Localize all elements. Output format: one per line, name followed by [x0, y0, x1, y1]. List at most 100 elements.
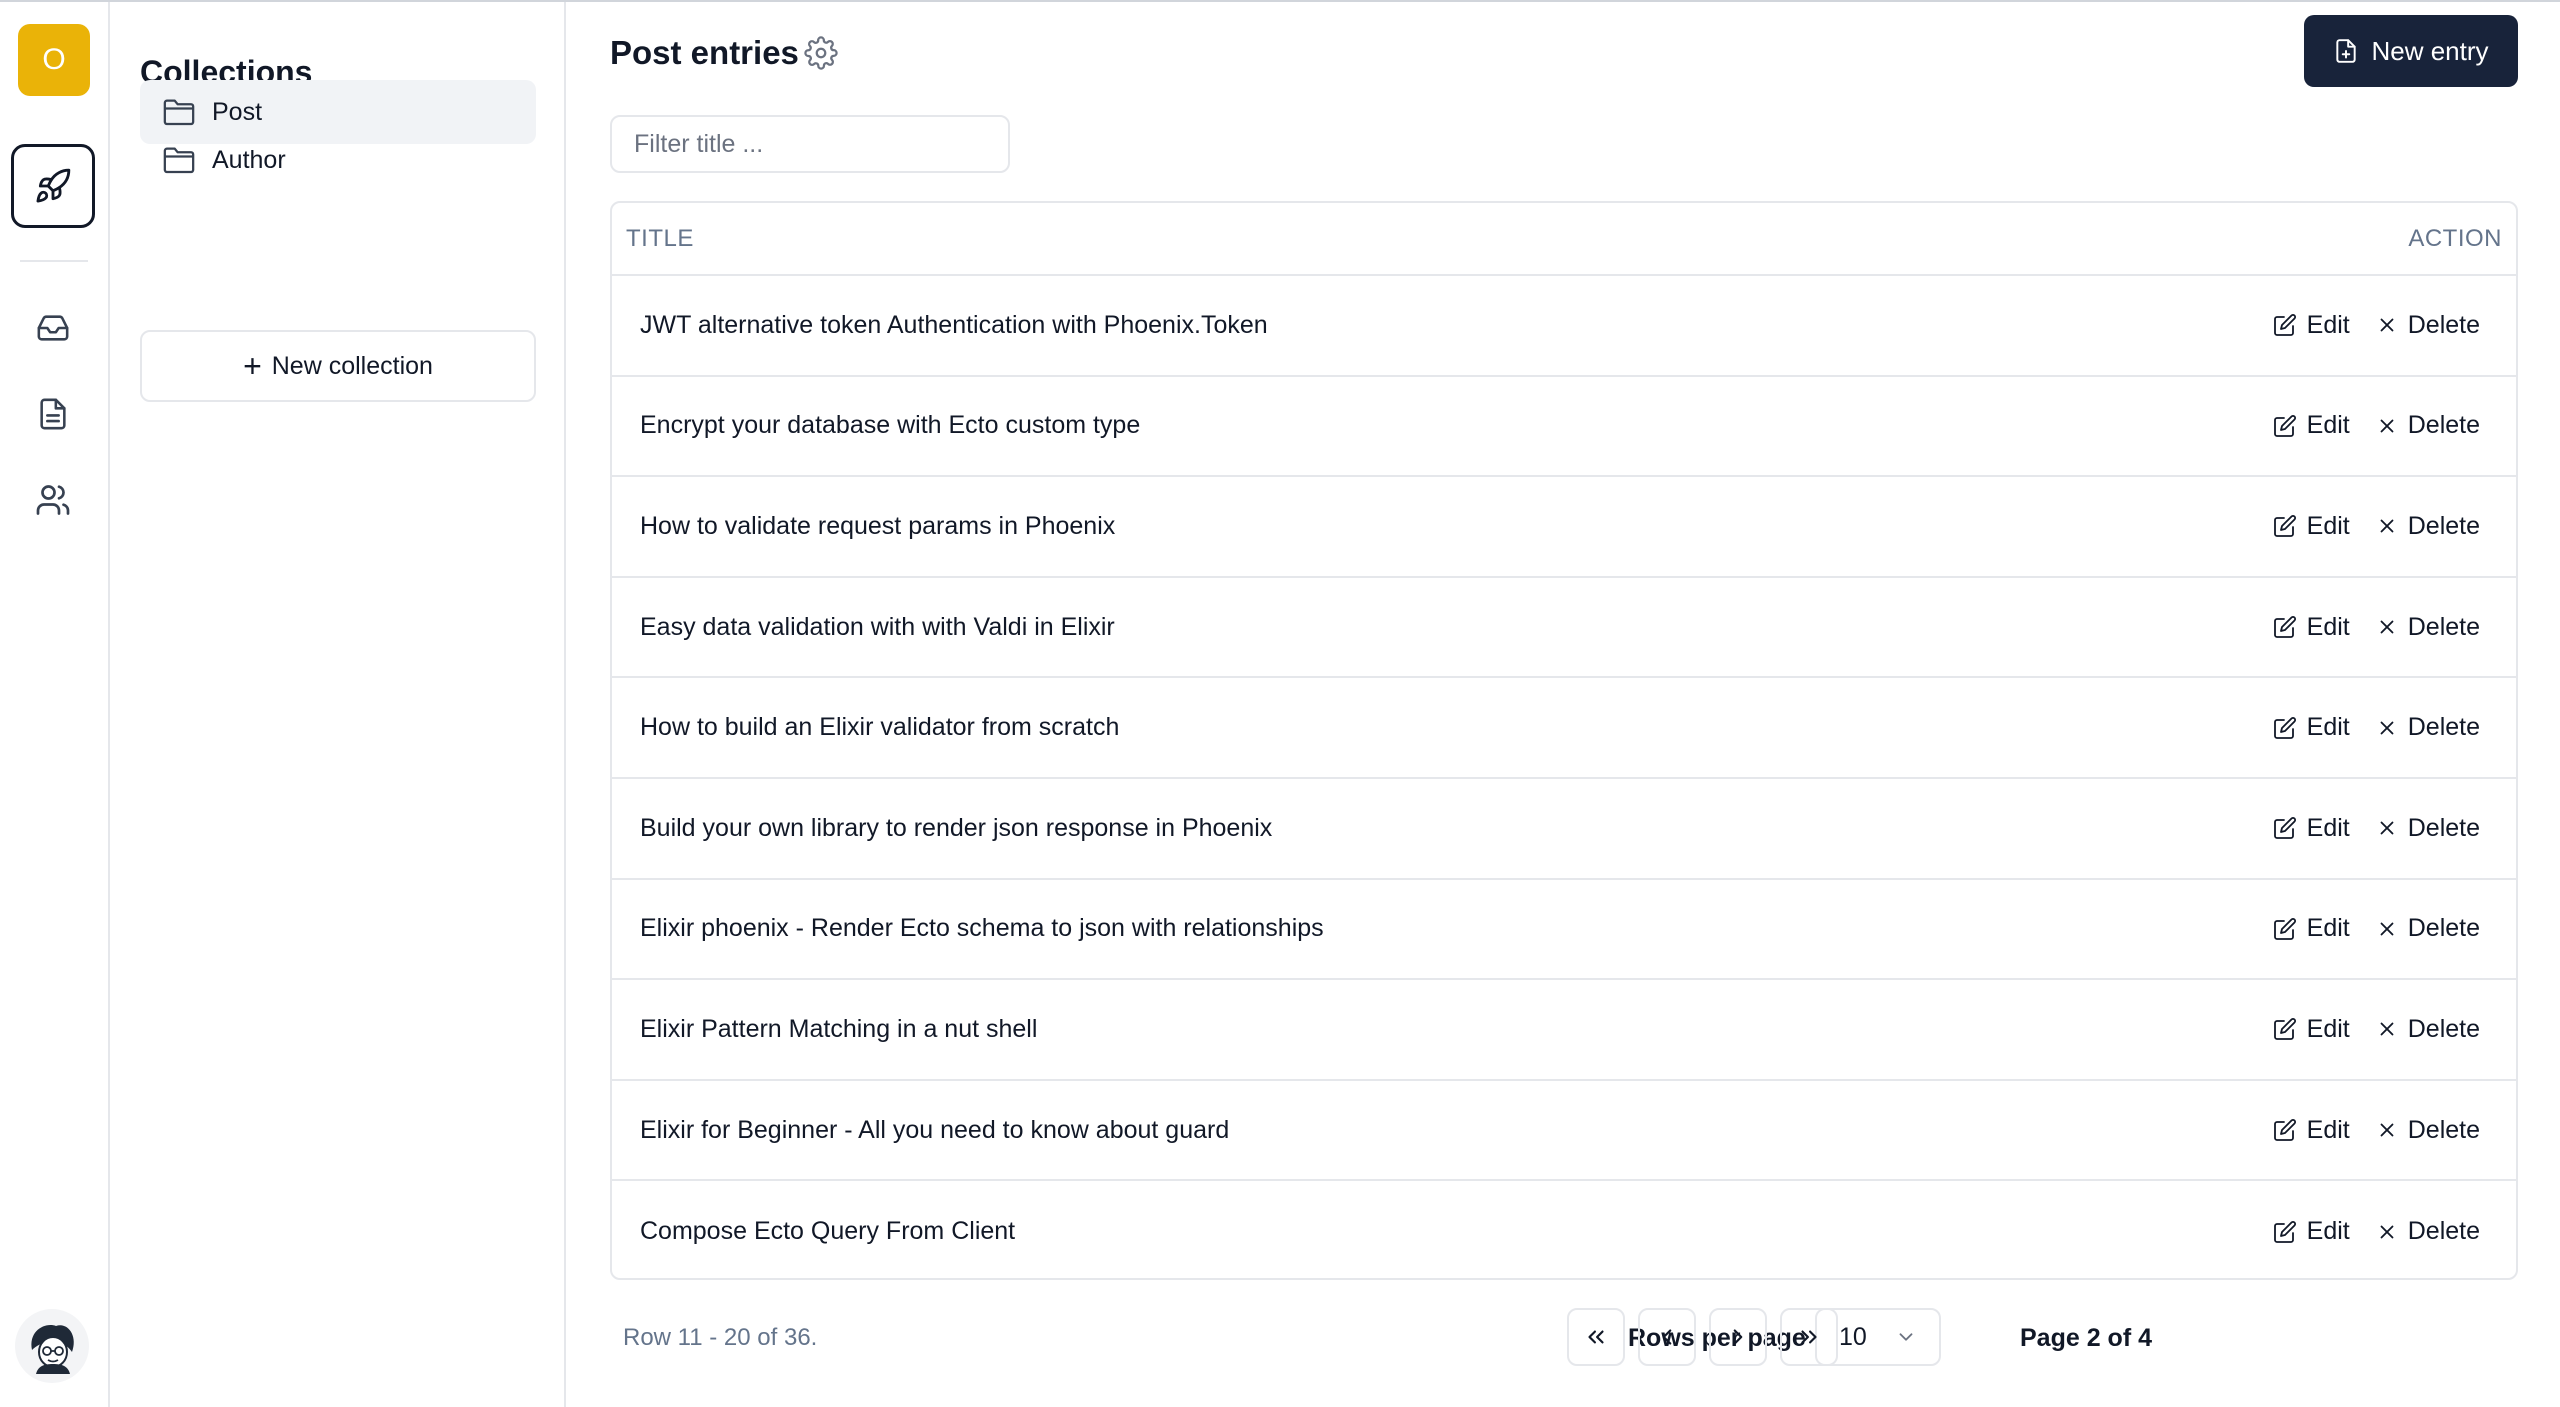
- rail-item-pages[interactable]: [29, 390, 77, 438]
- row-actions: Edit Delete: [2273, 613, 2480, 642]
- new-collection-button[interactable]: + New collection: [140, 330, 536, 402]
- delete-button[interactable]: Delete: [2376, 914, 2480, 943]
- delete-label: Delete: [2407, 411, 2480, 440]
- filter-title-input[interactable]: [610, 115, 1010, 173]
- entry-title[interactable]: JWT alternative token Authentication wit…: [640, 311, 1268, 340]
- collection-item-label: Post: [212, 97, 263, 126]
- column-header-title: TITLE: [626, 224, 694, 252]
- table-row: Compose Ecto Query From Client Edit Delete: [612, 1181, 2516, 1278]
- row-actions: Edit Delete: [2273, 411, 2480, 440]
- close-icon: [2380, 1225, 2394, 1239]
- collection-item-author[interactable]: Author: [140, 128, 536, 192]
- table-row: How to build an Elixir validator from sc…: [612, 678, 2516, 779]
- edit-icon: [2273, 314, 2296, 337]
- first-page-button[interactable]: [1567, 1308, 1625, 1366]
- edit-button[interactable]: Edit: [2273, 411, 2350, 440]
- table-row: Encrypt your database with Ecto custom t…: [612, 377, 2516, 478]
- rail-divider: [20, 260, 88, 262]
- entry-title[interactable]: Elixir phoenix - Render Ecto schema to j…: [640, 914, 1324, 943]
- column-header-action: ACTION: [2408, 224, 2502, 252]
- row-actions: Edit Delete: [2273, 1217, 2480, 1246]
- delete-label: Delete: [2407, 914, 2480, 943]
- row-actions: Edit Delete: [2273, 512, 2480, 541]
- edit-icon: [2273, 917, 2296, 940]
- entry-title[interactable]: Build your own library to render json re…: [640, 814, 1272, 843]
- delete-label: Delete: [2407, 1014, 2480, 1043]
- entry-title[interactable]: Easy data validation with with Valdi in …: [640, 613, 1115, 642]
- edit-button[interactable]: Edit: [2273, 814, 2350, 843]
- entry-title[interactable]: Elixir for Beginner - All you need to kn…: [640, 1116, 1229, 1145]
- rail-item-content[interactable]: [11, 144, 95, 228]
- rocket-icon: [36, 168, 71, 203]
- entry-title[interactable]: How to build an Elixir validator from sc…: [640, 713, 1119, 742]
- rail-item-inbox[interactable]: [29, 304, 77, 352]
- edit-button[interactable]: Edit: [2273, 1015, 2350, 1044]
- plus-icon: +: [243, 348, 262, 384]
- edit-button[interactable]: Edit: [2273, 311, 2350, 340]
- edit-button[interactable]: Edit: [2273, 1217, 2350, 1246]
- previous-page-button[interactable]: [1638, 1308, 1696, 1366]
- last-page-button[interactable]: [1780, 1308, 1838, 1366]
- edit-button[interactable]: Edit: [2273, 613, 2350, 642]
- chevrons-left-icon: [1588, 1330, 1604, 1344]
- chevrons-right-icon: [1801, 1330, 1817, 1344]
- table-row: Easy data validation with with Valdi in …: [612, 578, 2516, 679]
- edit-icon: [2273, 817, 2296, 840]
- edit-label: Edit: [2306, 713, 2350, 742]
- next-page-button[interactable]: [1709, 1308, 1767, 1366]
- table-row: Elixir Pattern Matching in a nut shell Ed…: [612, 980, 2516, 1081]
- delete-button[interactable]: Delete: [2376, 713, 2480, 742]
- edit-button[interactable]: Edit: [2273, 1116, 2350, 1145]
- delete-label: Delete: [2407, 713, 2480, 742]
- row-actions: Edit Delete: [2273, 1015, 2480, 1044]
- page-title: Post entries: [610, 34, 799, 71]
- entries-table: TITLE ACTION JWT alternative token Authe…: [610, 201, 2518, 1280]
- close-icon: [2380, 922, 2394, 936]
- rows-per-page-value: 10: [1839, 1322, 1867, 1351]
- delete-button[interactable]: Delete: [2376, 1116, 2480, 1145]
- edit-button[interactable]: Edit: [2273, 512, 2350, 541]
- edit-button[interactable]: Edit: [2273, 713, 2350, 742]
- row-actions: Edit Delete: [2273, 814, 2480, 843]
- rail-item-users[interactable]: [29, 476, 77, 524]
- gear-icon[interactable]: [804, 36, 838, 70]
- delete-button[interactable]: Delete: [2376, 1015, 2480, 1044]
- delete-button[interactable]: Delete: [2376, 1217, 2480, 1246]
- edit-label: Edit: [2306, 612, 2350, 641]
- entry-title[interactable]: Compose Ecto Query From Client: [640, 1217, 1015, 1246]
- new-entry-label: New entry: [2371, 35, 2489, 66]
- close-icon: [2380, 620, 2394, 634]
- delete-label: Delete: [2407, 1217, 2480, 1246]
- delete-button[interactable]: Delete: [2376, 311, 2480, 340]
- edit-label: Edit: [2306, 813, 2350, 842]
- user-avatar[interactable]: [15, 1309, 89, 1383]
- close-icon: [2380, 721, 2394, 735]
- delete-button[interactable]: Delete: [2376, 512, 2480, 541]
- chevron-left-icon: [1662, 1329, 1672, 1345]
- edit-icon: [2273, 1220, 2296, 1243]
- entry-title[interactable]: How to validate request params in Phoeni…: [640, 512, 1115, 541]
- delete-button[interactable]: Delete: [2376, 613, 2480, 642]
- delete-button[interactable]: Delete: [2376, 814, 2480, 843]
- close-icon: [2380, 1123, 2394, 1137]
- edit-label: Edit: [2306, 511, 2350, 540]
- org-switcher[interactable]: O: [18, 24, 90, 96]
- delete-button[interactable]: Delete: [2376, 411, 2480, 440]
- chevron-down-icon: [1899, 1333, 1913, 1341]
- row-range-summary: Row 11 - 20 of 36.: [623, 1324, 818, 1351]
- close-icon: [2380, 821, 2394, 835]
- folder-icon: [162, 145, 196, 175]
- edit-icon: [2273, 1018, 2296, 1041]
- new-entry-button[interactable]: New entry: [2304, 15, 2518, 87]
- entry-title[interactable]: Encrypt your database with Ecto custom t…: [640, 411, 1140, 440]
- edit-icon: [2273, 616, 2296, 638]
- chevron-right-icon: [1733, 1329, 1743, 1345]
- table-header: TITLE ACTION: [612, 203, 2516, 276]
- edit-label: Edit: [2306, 310, 2350, 339]
- collection-item-label: Author: [212, 145, 286, 174]
- edit-button[interactable]: Edit: [2273, 914, 2350, 943]
- delete-label: Delete: [2407, 310, 2480, 339]
- row-actions: Edit Delete: [2273, 1116, 2480, 1145]
- delete-label: Delete: [2407, 511, 2480, 540]
- entry-title[interactable]: Elixir Pattern Matching in a nut shell: [640, 1015, 1037, 1044]
